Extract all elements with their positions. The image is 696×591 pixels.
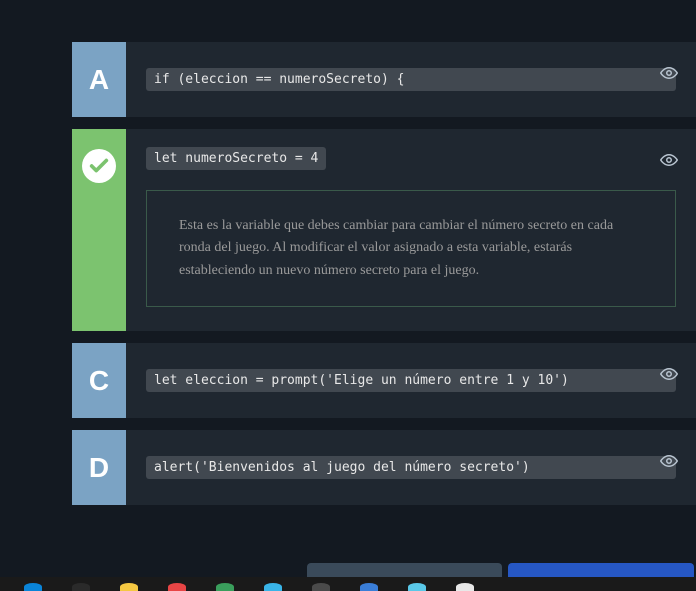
code-snippet: alert('Bienvenidos al juego del número s… (146, 456, 676, 479)
option-content: alert('Bienvenidos al juego del número s… (126, 430, 696, 505)
taskbar-app-icon[interactable] (456, 583, 474, 591)
option-letter: D (89, 452, 109, 484)
quiz-option-d[interactable]: D alert('Bienvenidos al juego del número… (72, 430, 696, 505)
option-letter: C (89, 365, 109, 397)
taskbar-app-icon[interactable] (360, 583, 378, 591)
taskbar-app-icon[interactable] (72, 583, 90, 591)
option-content: let eleccion = prompt('Elige un número e… (126, 343, 696, 418)
taskbar-app-icon[interactable] (408, 583, 426, 591)
browser-button-right[interactable] (508, 563, 694, 577)
quiz-option-c[interactable]: C let eleccion = prompt('Elige un número… (72, 343, 696, 418)
quiz-option-b-correct[interactable]: let numeroSecreto = 4 Esta es la variabl… (72, 129, 696, 331)
browser-button-bar (307, 563, 694, 577)
eye-icon[interactable] (660, 153, 678, 171)
option-content: let numeroSecreto = 4 Esta es la variabl… (126, 129, 696, 331)
windows-taskbar[interactable] (0, 577, 696, 591)
code-snippet: if (eleccion == numeroSecreto) { (146, 68, 676, 91)
option-label-c: C (72, 343, 126, 418)
option-letter: A (89, 64, 109, 96)
browser-button-left[interactable] (307, 563, 502, 577)
explanation-text: Esta es la variable que debes cambiar pa… (146, 190, 676, 307)
taskbar-app-icon[interactable] (216, 583, 234, 591)
quiz-options-list: A if (eleccion == numeroSecreto) { let n… (0, 0, 696, 505)
code-snippet: let eleccion = prompt('Elige un número e… (146, 369, 676, 392)
taskbar-app-icon[interactable] (312, 583, 330, 591)
option-content: if (eleccion == numeroSecreto) { (126, 42, 696, 117)
code-snippet: let numeroSecreto = 4 (146, 147, 326, 170)
checkmark-icon (82, 149, 116, 183)
taskbar-app-icon[interactable] (120, 583, 138, 591)
taskbar-app-icon[interactable] (24, 583, 42, 591)
eye-icon[interactable] (660, 454, 678, 472)
option-label-correct (72, 129, 126, 331)
eye-icon[interactable] (660, 367, 678, 385)
taskbar-app-icon[interactable] (264, 583, 282, 591)
taskbar-app-icon[interactable] (168, 583, 186, 591)
eye-icon[interactable] (660, 66, 678, 84)
option-label-a: A (72, 42, 126, 117)
option-label-d: D (72, 430, 126, 505)
quiz-option-a[interactable]: A if (eleccion == numeroSecreto) { (72, 42, 696, 117)
